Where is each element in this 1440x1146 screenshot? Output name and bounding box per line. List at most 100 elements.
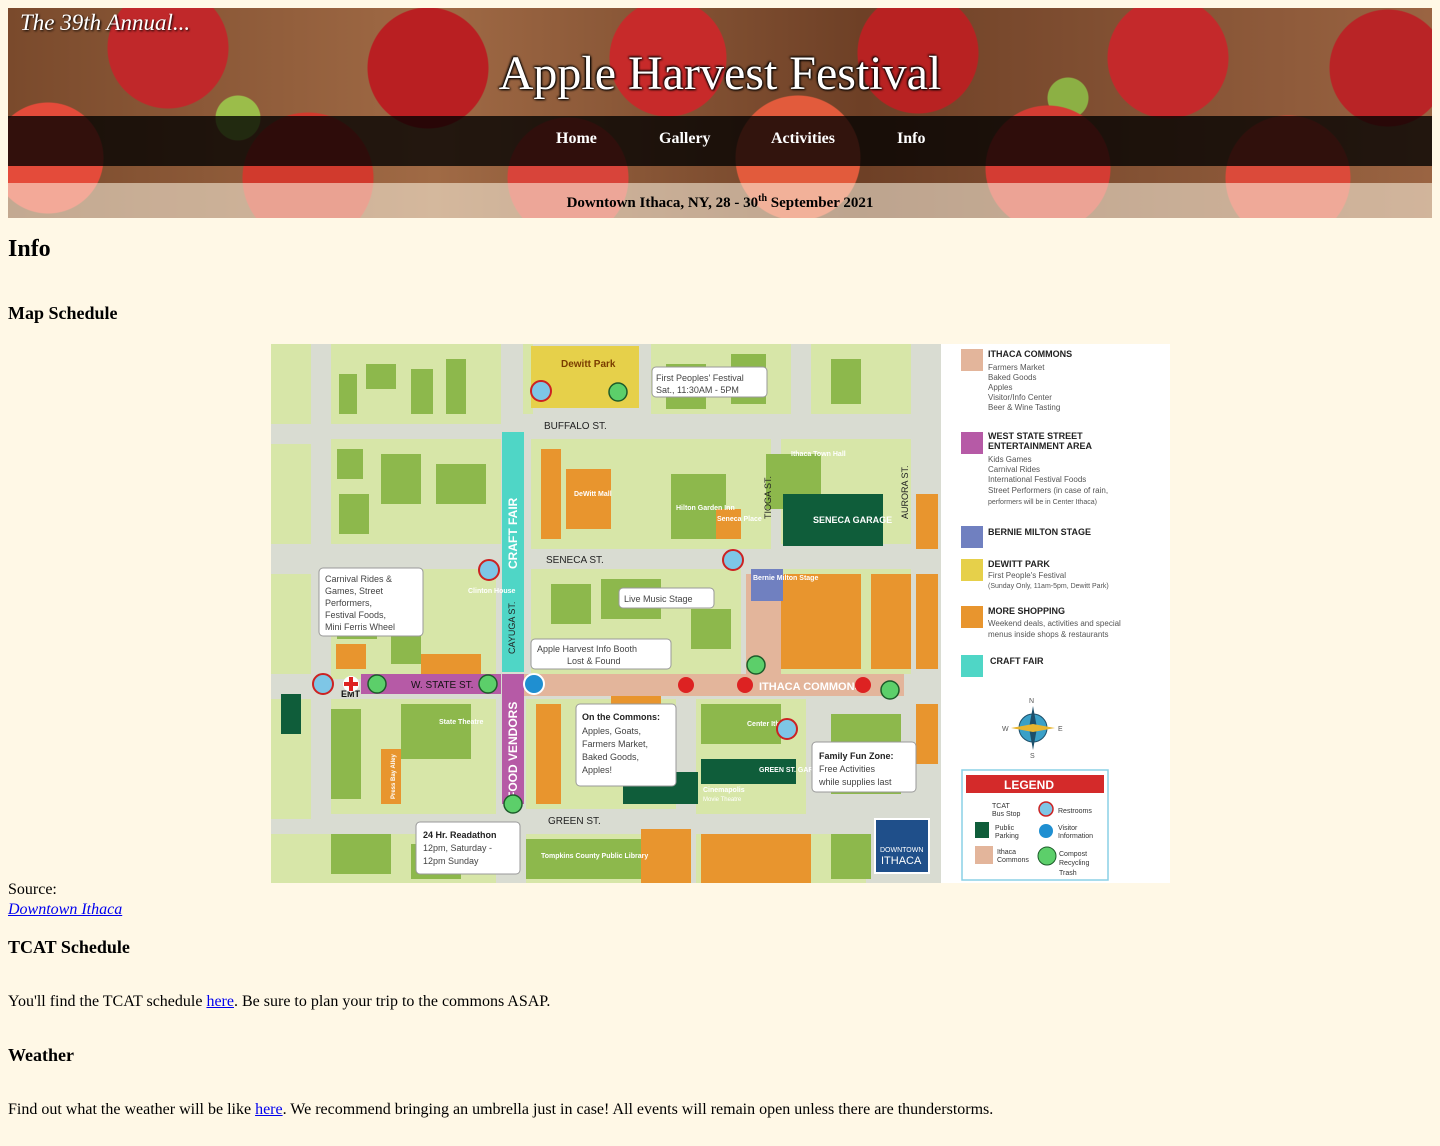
green-street-label: GREEN ST. bbox=[548, 816, 601, 827]
weather-heading: Weather bbox=[8, 1045, 74, 1065]
festival-map: Dewitt Park CRAFT FAIR FOOD VENDORS W. S… bbox=[271, 344, 1170, 883]
ithaca-town-hall-label: Ithaca Town Hall bbox=[791, 451, 846, 458]
legend-box-label: Bus Stop bbox=[992, 811, 1021, 818]
callout-readathon-title: 24 Hr. Readathon bbox=[423, 830, 497, 840]
bernie-milton-stage-block bbox=[751, 569, 783, 601]
legend-line: Baked Goods bbox=[988, 373, 1036, 382]
callout-live-music: Live Music Stage bbox=[618, 587, 715, 609]
callout-readathon-line: 12pm Sunday bbox=[423, 856, 479, 866]
buffalo-street-label: BUFFALO ST. bbox=[544, 421, 607, 432]
compost-icon bbox=[503, 794, 523, 814]
legend-line: Kids Games bbox=[988, 455, 1032, 464]
callout-family-fun-line: Free Activities bbox=[819, 764, 876, 774]
callout-carnival-line: Mini Ferris Wheel bbox=[325, 622, 395, 632]
clinton-house-label: Clinton House bbox=[468, 588, 516, 595]
legend-swatch-shopping bbox=[961, 606, 983, 628]
bernie-milton-stage-label: Bernie Milton Stage bbox=[753, 575, 818, 582]
nav-gallery-link[interactable]: Gallery bbox=[659, 130, 711, 148]
restroom-icon bbox=[530, 380, 552, 402]
source-label: Source: bbox=[8, 881, 57, 898]
seneca-street-label: SENECA ST. bbox=[546, 555, 604, 566]
legend-swatch-commons bbox=[961, 349, 983, 371]
restroom-icon bbox=[722, 549, 744, 571]
legend-swatch-dewitt bbox=[961, 559, 983, 581]
w-state-street-label: W. STATE ST. bbox=[411, 680, 473, 691]
apple-icon bbox=[737, 677, 753, 693]
callout-readathon-line: 12pm, Saturday - bbox=[423, 843, 492, 853]
callout-info-booth-line: Lost & Found bbox=[567, 656, 621, 666]
legend-title-west-state-2: ENTERTAINMENT AREA bbox=[988, 441, 1092, 451]
badge-line-1: DOWNTOWN bbox=[880, 847, 923, 854]
compost-icon bbox=[478, 674, 498, 694]
seneca-place-label: Seneca Place bbox=[717, 516, 762, 523]
tcat-schedule-link[interactable]: here bbox=[206, 993, 234, 1010]
callout-on-commons-title: On the Commons: bbox=[582, 712, 660, 722]
nav-activities-link[interactable]: Activities bbox=[771, 130, 835, 148]
weather-link[interactable]: here bbox=[255, 1101, 283, 1118]
compost-icon bbox=[746, 655, 766, 675]
legend-line: International Festival Foods bbox=[988, 475, 1086, 484]
ithaca-commons-label: ITHACA COMMONS bbox=[759, 681, 862, 693]
legend-line: menus inside shops & restaurants bbox=[988, 630, 1109, 639]
legend-box-label: Restrooms bbox=[1058, 808, 1092, 815]
compost-icon bbox=[608, 382, 628, 402]
restroom-icon bbox=[776, 718, 798, 740]
callout-carnival-line: Games, Street bbox=[325, 586, 384, 596]
nav-home-link[interactable]: Home bbox=[556, 130, 597, 148]
legend-restroom-icon bbox=[1038, 801, 1054, 817]
badge-line-2: ITHACA bbox=[881, 855, 922, 867]
callout-carnival-line: Carnival Rides & bbox=[325, 574, 392, 584]
tcat-paragraph: You'll find the TCAT schedule here. Be s… bbox=[8, 993, 550, 1011]
state-theatre-label: State Theatre bbox=[439, 719, 483, 726]
legend-box-label: Parking bbox=[995, 833, 1019, 840]
legend-box-label: Trash bbox=[1059, 870, 1077, 877]
legend-line: Carnival Rides bbox=[988, 465, 1040, 474]
callout-family-fun-line: while supplies last bbox=[818, 777, 892, 787]
main-nav: Home Gallery Activities Info bbox=[8, 116, 1432, 166]
callout-on-commons: On the Commons: Apples, Goats, Farmers M… bbox=[575, 703, 677, 787]
west-parking-block bbox=[281, 694, 301, 734]
legend-title-bernie: BERNIE MILTON STAGE bbox=[988, 527, 1091, 537]
header-banner: The 39th Annual... Apple Harvest Festiva… bbox=[8, 8, 1432, 218]
map-schedule-heading: Map Schedule bbox=[8, 303, 118, 323]
library-label: Tompkins County Public Library bbox=[541, 853, 648, 860]
legend-line: Farmers Market bbox=[988, 363, 1045, 372]
legend-line: Beer & Wine Tasting bbox=[988, 403, 1060, 412]
callout-live-music-line: Live Music Stage bbox=[624, 594, 693, 604]
movie-theatre-label: Movie Theatre bbox=[703, 797, 742, 803]
callout-on-commons-line: Farmers Market, bbox=[582, 739, 648, 749]
weather-text-after: . We recommend bringing an umbrella just… bbox=[282, 1101, 994, 1118]
legend-title-craft: CRAFT FAIR bbox=[990, 656, 1044, 666]
legend-compost-icon bbox=[1037, 846, 1057, 866]
location-date-text: Downtown Ithaca, NY, 28 - 30 bbox=[566, 195, 759, 211]
header-kicker: The 39th Annual... bbox=[20, 10, 191, 35]
legend-info-icon bbox=[1039, 824, 1053, 838]
tcat-text-after: . Be sure to plan your trip to the commo… bbox=[233, 993, 551, 1010]
restroom-icon bbox=[478, 559, 500, 581]
site-title: Apple Harvest Festival bbox=[498, 47, 942, 100]
aurora-street-label: AURORA ST. bbox=[900, 465, 910, 519]
nav-info-link[interactable]: Info bbox=[897, 130, 925, 148]
cinemapolis-label: Cinemapolis bbox=[703, 787, 745, 794]
legend-line: First People's Festival bbox=[988, 571, 1066, 580]
food-vendors-label: FOOD VENDORS bbox=[506, 702, 520, 799]
legend-line: performers will be in Center Ithaca) bbox=[988, 499, 1097, 506]
seneca-garage-label: SENECA GARAGE bbox=[813, 515, 892, 525]
legend-line: (Sunday Only, 11am-5pm, Dewitt Park) bbox=[988, 583, 1109, 590]
compost-icon bbox=[880, 680, 900, 700]
source-link[interactable]: Downtown Ithaca bbox=[8, 901, 122, 918]
cayuga-street-label: CAYUGA ST. bbox=[507, 602, 517, 654]
legend-box-label: Visitor bbox=[1058, 825, 1078, 832]
callout-carnival-line: Festival Foods, bbox=[325, 610, 386, 620]
callout-on-commons-line: Apples! bbox=[582, 765, 612, 775]
tcat-heading: TCAT Schedule bbox=[8, 937, 130, 957]
location-date-bar: Downtown Ithaca, NY, 28 - 30th September… bbox=[8, 183, 1432, 218]
weather-text-before: Find out what the weather will be like bbox=[8, 1101, 256, 1118]
callout-info-booth-line: Apple Harvest Info Booth bbox=[537, 644, 637, 654]
legend-swatch-west-state bbox=[961, 432, 983, 454]
visitor-info-icon bbox=[523, 673, 545, 695]
compass-n: N bbox=[1029, 698, 1034, 705]
callout-readathon: 24 Hr. Readathon 12pm, Saturday - 12pm S… bbox=[415, 821, 521, 875]
restroom-icon bbox=[312, 673, 334, 695]
tioga-street-label: TIOGA ST. bbox=[763, 476, 773, 519]
